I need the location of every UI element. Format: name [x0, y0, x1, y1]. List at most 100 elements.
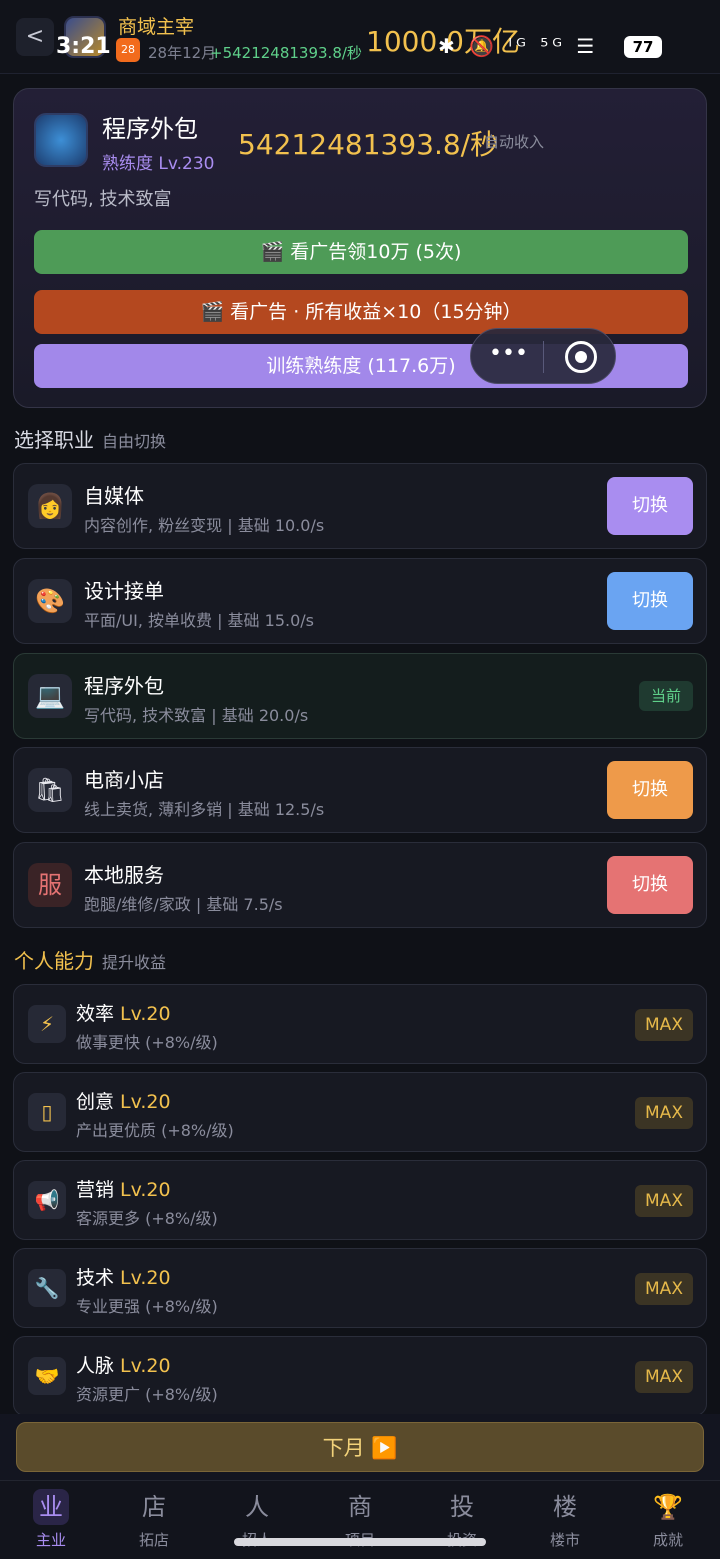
- job-desc: 平面/UI, 按单收费 | 基础 15.0/s: [84, 611, 314, 630]
- switch-button[interactable]: 切换: [607, 477, 693, 535]
- self-media-icon: 👩: [28, 484, 72, 528]
- skill-desc: 资源更广 (+8%/级): [76, 1385, 218, 1404]
- skill-card-tech: 🔧 技术 Lv.20 专业更强 (+8%/级) MAX: [13, 1248, 707, 1328]
- job-card-self-media: 👩 自媒体 内容创作, 粉丝变现 | 基础 10.0/s 切换: [13, 463, 707, 549]
- job-card-ecommerce: 🛍 电商小店 线上卖货, 薄利多销 | 基础 12.5/s 切换: [13, 747, 707, 833]
- job-desc: 线上卖货, 薄利多销 | 基础 12.5/s: [84, 800, 325, 819]
- nav-tab-main[interactable]: 业 主业: [11, 1489, 91, 1550]
- close-miniprogram-icon[interactable]: [565, 341, 597, 373]
- skill-name: 创意: [76, 1091, 115, 1113]
- skill-name-row: 营销 Lv.20: [76, 1175, 171, 1202]
- skills-section-subtitle: 提升收益: [102, 953, 167, 972]
- computer-icon: 💻: [28, 674, 72, 718]
- nav-label: 主业: [35, 1531, 66, 1549]
- nav-label: 拓店: [138, 1531, 169, 1549]
- lightbulb-icon: ▯: [28, 1093, 66, 1131]
- palette-icon: 🎨: [28, 579, 72, 623]
- max-badge: MAX: [635, 1009, 693, 1041]
- nav-label: 楼市: [549, 1531, 580, 1549]
- max-badge: MAX: [635, 1185, 693, 1217]
- top-bar: < 3:21 商域主宰 28 28年12月 +54212481393.8/秒 1…: [0, 0, 720, 74]
- capsule-divider: [543, 341, 544, 373]
- job-name: 电商小店: [84, 768, 164, 792]
- skill-card-marketing: 📢 营销 Lv.20 客源更多 (+8%/级) MAX: [13, 1160, 707, 1240]
- status-icons: ✱ 🔕 ᴵᴳ ⁵ᴳ ☰: [438, 34, 599, 58]
- nav-tab-expand[interactable]: 店 拓店: [114, 1489, 194, 1550]
- game-date: 28年12月: [148, 44, 217, 62]
- job-desc: 内容创作, 粉丝变现 | 基础 10.0/s: [84, 516, 325, 535]
- programmer-icon: [34, 113, 88, 167]
- megaphone-icon: 📢: [28, 1181, 66, 1219]
- skill-desc: 做事更快 (+8%/级): [76, 1033, 218, 1052]
- nav-label: 成就: [652, 1531, 683, 1549]
- switch-button[interactable]: 切换: [607, 761, 693, 819]
- skill-card-network: 🤝 人脉 Lv.20 资源更广 (+8%/级) MAX: [13, 1336, 707, 1416]
- auto-income-label: 自动收入: [484, 133, 545, 151]
- skill-name: 营销: [76, 1179, 115, 1201]
- proficiency-level: 熟练度 Lv.230: [102, 154, 215, 174]
- status-time: 3:21: [56, 34, 111, 59]
- income-rate: +54212481393.8/秒: [210, 44, 362, 62]
- lightning-icon: ⚡: [28, 1005, 66, 1043]
- jobs-section-subtitle: 自由切换: [102, 432, 167, 451]
- skill-desc: 客源更多 (+8%/级): [76, 1209, 218, 1228]
- skill-level: Lv.20: [120, 1003, 171, 1025]
- battery-icon: 77: [624, 36, 662, 58]
- skill-name-row: 创意 Lv.20: [76, 1087, 171, 1114]
- skill-level: Lv.20: [120, 1267, 171, 1289]
- handshake-icon: 🤝: [28, 1357, 66, 1395]
- job-card-local-service: 服 本地服务 跑腿/维修/家政 | 基础 7.5/s 切换: [13, 842, 707, 928]
- job-name: 本地服务: [84, 863, 164, 887]
- skill-level: Lv.20: [120, 1091, 171, 1113]
- skill-desc: 专业更强 (+8%/级): [76, 1297, 218, 1316]
- watch-ad-reward-button[interactable]: 🎬 看广告领10万 (5次): [34, 230, 688, 274]
- job-card-programming: 💻 程序外包 写代码, 技术致富 | 基础 20.0/s 当前: [13, 653, 707, 739]
- job-desc: 写代码, 技术致富 | 基础 20.0/s: [84, 706, 309, 725]
- back-button[interactable]: <: [16, 18, 54, 56]
- invest-icon: 投: [450, 1493, 474, 1521]
- skill-name: 技术: [76, 1267, 115, 1289]
- shopping-bag-icon: 🛍: [28, 768, 72, 812]
- jobs-section-title: 选择职业: [14, 428, 94, 452]
- skill-card-creativity: ▯ 创意 Lv.20 产出更优质 (+8%/级) MAX: [13, 1072, 707, 1152]
- max-badge: MAX: [635, 1361, 693, 1393]
- bottom-nav: 业 主业 店 拓店 人 招人 商 项目 投 投资 楼 楼市 🏆 成就: [0, 1480, 720, 1559]
- next-month-button[interactable]: 下月 ▶️: [16, 1422, 704, 1472]
- current-job-title: 程序外包: [102, 115, 198, 143]
- skill-name-row: 人脉 Lv.20: [76, 1351, 171, 1378]
- nav-tab-achievements[interactable]: 🏆 成就: [628, 1489, 708, 1550]
- skill-card-efficiency: ⚡ 效率 Lv.20 做事更快 (+8%/级) MAX: [13, 984, 707, 1064]
- business-icon: 商: [348, 1493, 372, 1521]
- switch-button[interactable]: 切换: [607, 856, 693, 914]
- building-icon: 楼: [553, 1493, 577, 1521]
- service-icon: 服: [28, 863, 72, 907]
- main-business-icon: 业: [33, 1489, 69, 1525]
- person-icon: 人: [245, 1493, 269, 1521]
- date-badge-icon: 28: [116, 38, 140, 62]
- skill-name-row: 技术 Lv.20: [76, 1263, 171, 1290]
- switch-button[interactable]: 切换: [607, 572, 693, 630]
- nav-tab-realestate[interactable]: 楼 楼市: [525, 1489, 605, 1550]
- skills-section-title: 个人能力: [14, 949, 94, 973]
- trophy-icon: 🏆: [653, 1493, 683, 1521]
- skills-section-header: 个人能力 提升收益: [14, 945, 166, 974]
- skill-desc: 产出更优质 (+8%/级): [76, 1121, 234, 1140]
- next-month-bar: 下月 ▶️: [0, 1414, 720, 1480]
- wrench-icon: 🔧: [28, 1269, 66, 1307]
- more-options-icon[interactable]: •••: [489, 341, 528, 366]
- skill-level: Lv.20: [120, 1179, 171, 1201]
- home-indicator[interactable]: [234, 1538, 486, 1546]
- max-badge: MAX: [635, 1273, 693, 1305]
- job-name: 程序外包: [84, 674, 164, 698]
- current-badge: 当前: [639, 681, 693, 711]
- job-name: 设计接单: [84, 579, 164, 603]
- skill-level: Lv.20: [120, 1355, 171, 1377]
- job-description: 写代码, 技术致富: [34, 189, 172, 210]
- job-name: 自媒体: [84, 484, 144, 508]
- max-badge: MAX: [635, 1097, 693, 1129]
- shop-icon: 店: [142, 1493, 166, 1521]
- skill-name-row: 效率 Lv.20: [76, 999, 171, 1026]
- miniprogram-capsule: •••: [470, 328, 616, 384]
- skill-name: 效率: [76, 1003, 115, 1025]
- app-title: 商域主宰: [118, 16, 195, 38]
